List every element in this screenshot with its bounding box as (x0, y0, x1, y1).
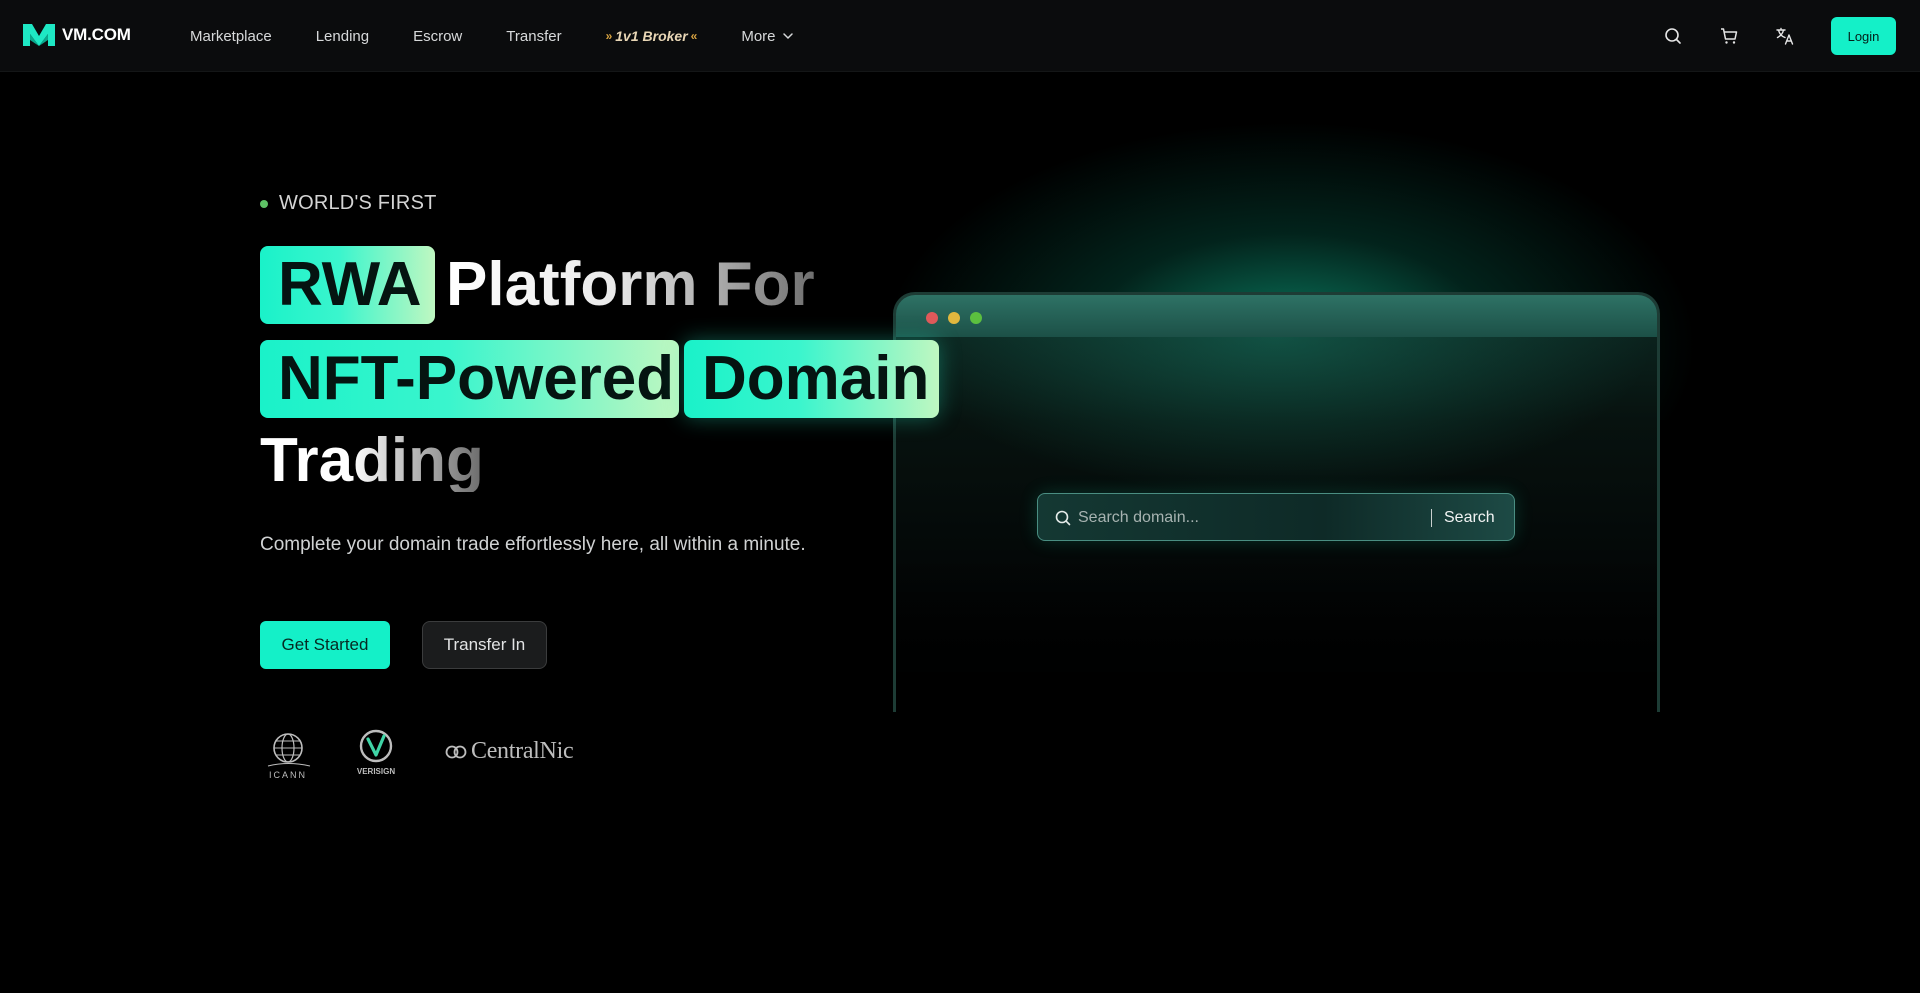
nav-lending[interactable]: Lending (316, 28, 369, 45)
brand-name: VM.COM (62, 25, 131, 44)
search-icon[interactable] (1663, 26, 1683, 46)
nav-escrow[interactable]: Escrow (413, 28, 462, 45)
headline-domain: Domain (684, 340, 939, 418)
search-submit-button[interactable]: Search (1444, 502, 1495, 534)
window-maximize-dot (970, 312, 982, 324)
main-nav: Marketplace Lending Escrow Transfer » 1v… (190, 0, 794, 72)
transfer-in-button[interactable]: Transfer In (422, 621, 547, 669)
headline-platform-for: Platform For (446, 250, 815, 319)
eyebrow-dot (260, 199, 268, 208)
nav-more-dropdown[interactable]: More (741, 28, 793, 45)
search-field-icon (1054, 509, 1072, 527)
search-divider (1431, 509, 1432, 527)
window-close-dot (926, 312, 938, 324)
window-minimize-dot (948, 312, 960, 324)
broker-arrows-right: « (690, 29, 698, 43)
cart-icon[interactable] (1719, 26, 1739, 46)
headline-trading: Trading (260, 426, 484, 495)
page: VM.COM Marketplace Lending Escrow Transf… (0, 0, 1920, 993)
verisign-text: VERISIGN (357, 767, 395, 776)
nav-more-label: More (741, 27, 776, 45)
nav-actions: Login (1663, 0, 1896, 72)
login-button[interactable]: Login (1831, 17, 1896, 55)
headline-rwa: RWA (260, 246, 435, 324)
hero-subtitle: Complete your domain trade effortlessly … (260, 534, 806, 555)
centralnic-logo: CentralNic (445, 738, 574, 765)
translate-icon[interactable] (1775, 26, 1795, 46)
centralnic-mark-icon (445, 745, 467, 758)
nav-1v1-broker[interactable]: » 1v1 Broker « (606, 28, 698, 44)
vm-logo-icon (23, 24, 55, 46)
icann-logo-icon: ICANN (267, 733, 311, 780)
nav-transfer[interactable]: Transfer (506, 28, 561, 45)
verisign-logo-icon: VERISIGN (357, 729, 395, 776)
domain-search-input[interactable] (1078, 502, 1418, 534)
broker-arrows-left: » (605, 29, 613, 43)
domain-search-bar: Search (1037, 493, 1515, 541)
centralnic-text: CentralNic (471, 738, 574, 764)
hero-eyebrow: WORLD'S FIRST (260, 192, 437, 215)
browser-inner-glow (896, 337, 1657, 497)
top-navbar: VM.COM Marketplace Lending Escrow Transf… (0, 0, 1920, 72)
broker-label: 1v1 Broker (615, 28, 688, 44)
headline-nft-powered: NFT-Powered (260, 340, 679, 418)
brand-logo[interactable]: VM.COM (22, 22, 131, 48)
chevron-down-icon (782, 33, 793, 40)
eyebrow-text: WORLD'S FIRST (279, 192, 437, 214)
icann-text: ICANN (269, 770, 307, 780)
nav-marketplace[interactable]: Marketplace (190, 28, 272, 45)
browser-title-bar (896, 295, 1657, 337)
get-started-button[interactable]: Get Started (260, 621, 390, 669)
